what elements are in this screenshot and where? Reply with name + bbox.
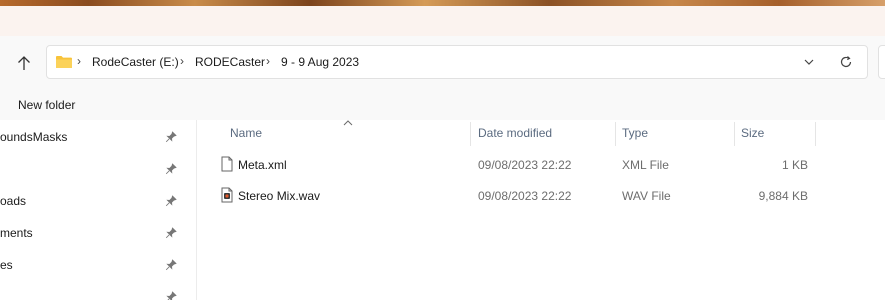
sidebar-item-soundsmasks[interactable]: oundsMasks	[0, 122, 188, 152]
refresh-icon[interactable]	[839, 55, 853, 69]
column-divider[interactable]	[470, 122, 471, 146]
sidebar-item-downloads[interactable]: oads	[0, 186, 188, 216]
column-divider[interactable]	[615, 122, 616, 146]
file-size: 9,884 KB	[758, 189, 808, 203]
sidebar-item-pictures[interactable]: es	[0, 250, 188, 280]
address-bar[interactable]: › RodeCaster (E:) › RODECaster › 9 - 9 A…	[46, 45, 868, 79]
up-button[interactable]	[12, 51, 36, 75]
column-header-date-modified[interactable]: Date modified	[478, 126, 552, 140]
pin-icon	[165, 259, 177, 271]
file-list: Name Date modified Type Size Meta.xml 09…	[197, 120, 885, 300]
pin-icon	[165, 195, 177, 207]
pin-icon	[166, 291, 177, 300]
sidebar-item-pinned-2[interactable]	[0, 282, 188, 300]
navigation-bar: › RodeCaster (E:) › RODECaster › 9 - 9 A…	[0, 36, 885, 90]
pin-icon	[165, 131, 177, 143]
folder-icon	[56, 56, 72, 68]
column-divider[interactable]	[815, 122, 816, 146]
arrow-up-icon	[18, 56, 30, 70]
file-row[interactable]: Stereo Mix.wav 09/08/2023 22:22 WAV File…	[197, 181, 885, 211]
file-name: Meta.xml	[238, 158, 287, 172]
breadcrumb-drive[interactable]: RodeCaster (E:)	[92, 55, 179, 69]
column-divider[interactable]	[734, 122, 735, 146]
xml-file-icon	[221, 156, 233, 172]
breadcrumb-folder[interactable]: RODECaster	[195, 55, 265, 69]
navigation-pane: oundsMasks oads ments es	[0, 120, 188, 300]
command-bar: New folder	[0, 90, 885, 120]
chevron-down-icon[interactable]	[803, 56, 815, 68]
sidebar-item-pinned[interactable]	[0, 154, 188, 184]
column-header-size[interactable]: Size	[741, 126, 764, 140]
file-row[interactable]: Meta.xml 09/08/2023 22:22 XML File 1 KB	[197, 150, 885, 180]
file-type: XML File	[622, 158, 669, 172]
sidebar-item-label: ments	[0, 226, 33, 240]
pin-icon	[165, 163, 177, 175]
breadcrumb-separator-icon: ›	[180, 54, 184, 68]
sidebar-item-label: oundsMasks	[0, 130, 68, 144]
search-box[interactable]	[878, 45, 885, 79]
file-size: 1 KB	[781, 158, 808, 172]
audio-file-icon	[221, 187, 233, 203]
breadcrumb-separator-icon: ›	[266, 54, 270, 68]
column-header-type[interactable]: Type	[622, 126, 648, 140]
sidebar-item-label: oads	[0, 194, 27, 208]
column-header-name[interactable]: Name	[230, 126, 262, 140]
pin-icon	[165, 227, 177, 239]
file-name: Stereo Mix.wav	[238, 189, 321, 203]
title-bar	[0, 6, 885, 36]
new-folder-button[interactable]: New folder	[18, 98, 75, 112]
sidebar-item-documents[interactable]: ments	[0, 218, 188, 248]
breadcrumb-current-folder[interactable]: 9 - 9 Aug 2023	[281, 55, 359, 69]
breadcrumb-separator-icon: ›	[77, 54, 81, 68]
sidebar-item-label: es	[0, 258, 13, 272]
file-type: WAV File	[622, 189, 671, 203]
sort-ascending-icon	[343, 120, 353, 126]
file-date-modified: 09/08/2023 22:22	[478, 158, 572, 172]
file-date-modified: 09/08/2023 22:22	[478, 189, 572, 203]
